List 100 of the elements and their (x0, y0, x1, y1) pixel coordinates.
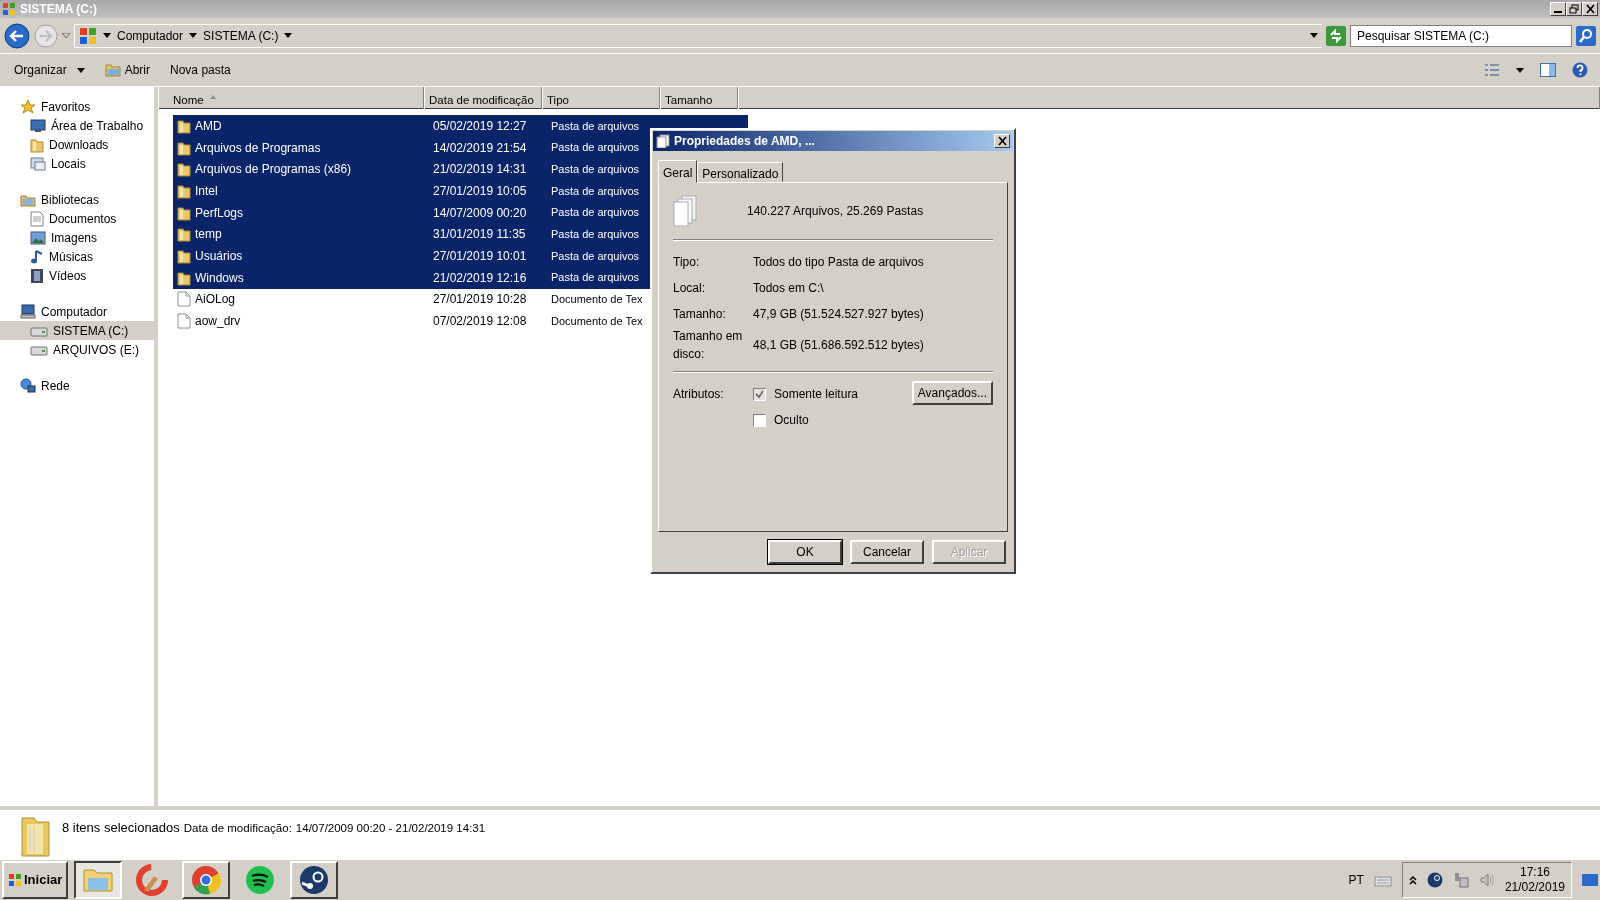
file-row[interactable]: AMD 05/02/2019 12:27 Pasta de arquivos (173, 115, 748, 137)
file-name: AMD (195, 117, 222, 135)
file-name: Windows (195, 269, 244, 287)
toolbar-button[interactable]: Organizar (12, 59, 87, 81)
column-header[interactable]: Data de modificação (424, 87, 542, 109)
browser-icon (190, 864, 223, 896)
taskbar-button[interactable] (74, 861, 123, 899)
dialog-button[interactable]: Cancelar (850, 540, 924, 564)
sidebar-item[interactable]: Bibliotecas (0, 190, 154, 209)
table-cell-text: 07/02/2019 12:08 (432, 313, 528, 331)
tab[interactable]: Personalizado (697, 162, 784, 182)
sidebar-item[interactable]: Rede (0, 376, 154, 395)
dialog-button[interactable]: OK (768, 540, 842, 564)
search-field[interactable]: Pesquisar SISTEMA (C:) (1350, 24, 1572, 47)
caret-icon[interactable] (76, 67, 85, 73)
sidebar-item[interactable]: ARQUIVOS (E:) (0, 340, 154, 359)
drive-icon (30, 324, 48, 337)
search-icon[interactable] (1576, 25, 1596, 46)
file-name: Usuários (195, 247, 243, 265)
column-header[interactable]: Nome (158, 87, 424, 109)
table-cell-text: Pasta de arquivos (550, 183, 641, 199)
language-indicator[interactable]: PT (1348, 871, 1364, 889)
sidebar-item[interactable]: Vídeos (0, 266, 154, 285)
window-icon (2, 2, 16, 16)
table-cell-text: Pasta de arquivos (550, 161, 641, 177)
speaker-icon[interactable] (1478, 872, 1495, 888)
help-icon[interactable] (1572, 62, 1588, 78)
property-value: 47,9 GB (51.524.527.927 bytes) (753, 306, 924, 323)
music-note-icon (30, 248, 44, 265)
checkbox[interactable] (753, 387, 766, 401)
breadcrumb-link[interactable]: SISTEMA (C:) (203, 26, 279, 45)
column-header[interactable]: Tipo (542, 87, 660, 109)
checkbox-label: Oculto (774, 412, 809, 429)
music-app-icon (244, 864, 277, 896)
sidebar-item[interactable]: Locais (0, 154, 154, 173)
toolbar-button[interactable]: Abrir (102, 59, 153, 81)
sidebar-item[interactable]: Favoritos (0, 97, 154, 116)
sidebar-item[interactable]: Documentos (0, 209, 154, 228)
game-app-icon[interactable] (1426, 872, 1443, 888)
column-header[interactable]: Tamanho (660, 87, 738, 109)
sort-arrow-icon (209, 95, 216, 99)
places-icon (30, 155, 46, 172)
advanced-button[interactable]: Avançados... (911, 381, 993, 405)
sidebar-item[interactable]: Downloads (0, 135, 154, 154)
file-name: Intel (195, 182, 218, 200)
close-button[interactable] (994, 134, 1010, 148)
folder-icon (30, 136, 44, 153)
minimize-button[interactable] (1550, 2, 1566, 16)
table-cell-text: 21/02/2019 14:31 (432, 161, 528, 179)
folder-icon (177, 139, 191, 156)
dropdown-icon[interactable] (62, 32, 70, 39)
caret-icon[interactable] (1516, 67, 1524, 73)
file-name: temp (195, 226, 222, 244)
table-cell-text: 05/02/2019 12:27 (432, 117, 528, 135)
drive-icon (30, 343, 48, 356)
file-name: Arquivos de Programas (x86) (195, 161, 352, 179)
windows-logo-icon (8, 873, 22, 887)
summary-text: 140.227 Arquivos, 25.269 Pastas (747, 203, 924, 220)
chevron-up-icon[interactable] (1408, 875, 1417, 885)
sidebar-item[interactable]: Músicas (0, 247, 154, 266)
property-label: Tamanho: (673, 306, 727, 323)
file-name: aow_drv (195, 313, 241, 331)
table-cell-text: 27/01/2019 10:28 (432, 291, 528, 309)
restore-button[interactable] (1566, 2, 1582, 16)
documents-icon (656, 134, 670, 148)
caret-icon[interactable] (284, 33, 293, 38)
tab[interactable]: Geral (658, 160, 698, 183)
start-button[interactable]: Iniciar (2, 861, 69, 899)
back-button-icon[interactable] (4, 22, 30, 49)
toolbar-button[interactable]: Nova pasta (168, 59, 233, 81)
property-value: Todos em C:\ (753, 280, 824, 297)
table-cell-text: Pasta de arquivos (550, 140, 641, 156)
star-icon (20, 98, 36, 115)
table-cell-text: 14/07/2009 00:20 (432, 204, 528, 222)
details-value: 14/07/2009 00:20 - 21/02/2019 14:31 (295, 821, 486, 836)
caret-icon[interactable] (103, 33, 111, 38)
table-cell-text: Pasta de arquivos (550, 118, 641, 134)
folder-icon (104, 63, 121, 77)
property-value: 48,1 GB (51.686.592.512 bytes) (753, 337, 924, 354)
sidebar-item[interactable]: Computador (0, 302, 154, 321)
folder-icon (177, 204, 191, 221)
documents-icon (673, 195, 699, 227)
checkbox[interactable] (753, 413, 766, 427)
caret-icon[interactable] (189, 33, 198, 38)
table-cell-text: 21/02/2019 12:16 (432, 269, 528, 287)
sidebar-item[interactable]: SISTEMA (C:) (0, 321, 154, 340)
picture-icon (30, 230, 46, 245)
sidebar-item[interactable]: Imagens (0, 228, 154, 247)
table-cell-text: Pasta de arquivos (550, 248, 641, 264)
file-name: PerfLogs (195, 204, 244, 222)
breadcrumb-link[interactable]: Computador (117, 26, 184, 45)
document-icon (177, 313, 191, 330)
property-label: Tamanho em disco: (673, 328, 744, 363)
sidebar-item[interactable]: Área de Trabalho (0, 116, 154, 135)
refresh-icon[interactable] (1326, 25, 1346, 46)
preview-pane-icon[interactable] (1540, 63, 1556, 77)
folder-icon (177, 161, 191, 178)
table-cell-text: Pasta de arquivos (550, 227, 641, 243)
caret-icon[interactable] (1310, 33, 1318, 38)
close-button[interactable] (1582, 2, 1598, 16)
